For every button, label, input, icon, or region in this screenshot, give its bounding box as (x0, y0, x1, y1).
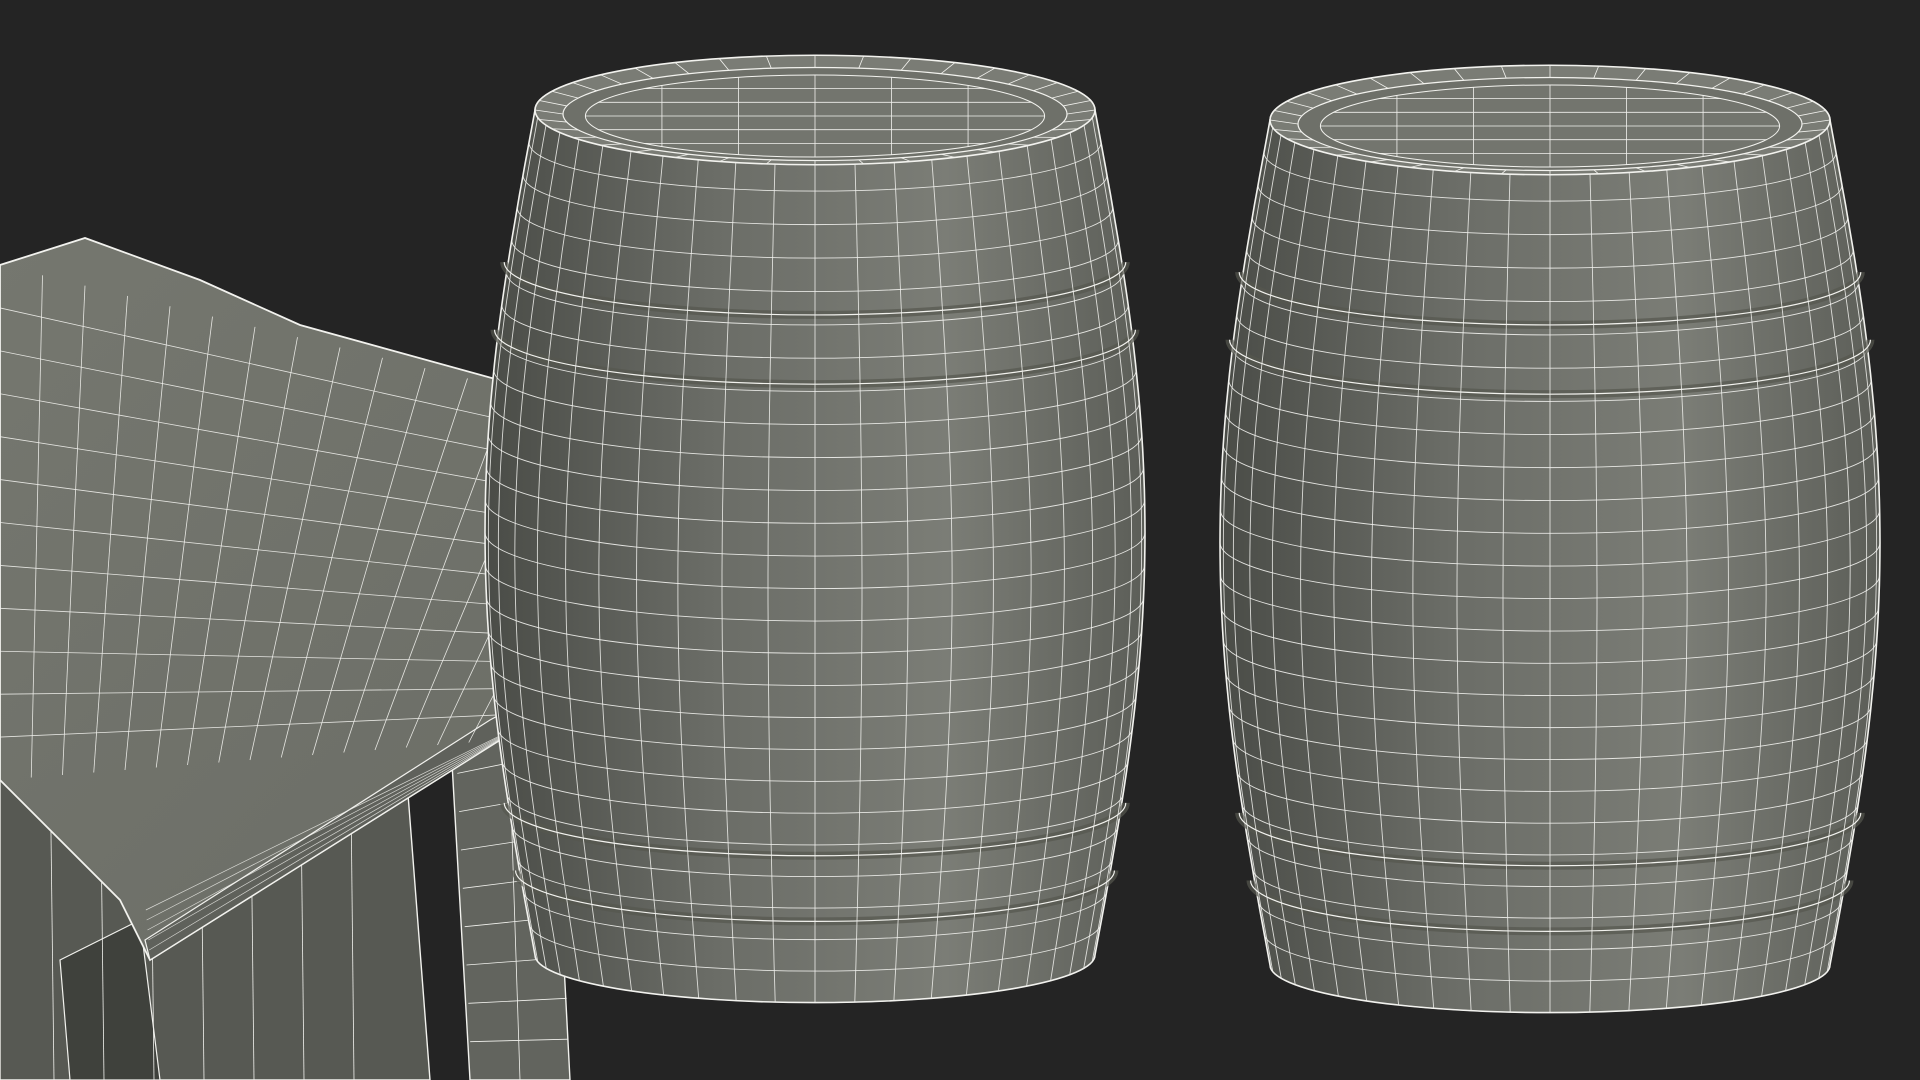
wireframe-render-viewport (0, 0, 1920, 1080)
barrel-right-wireframe (1219, 64, 1881, 1014)
barrel-left-wireframe (484, 54, 1146, 1004)
